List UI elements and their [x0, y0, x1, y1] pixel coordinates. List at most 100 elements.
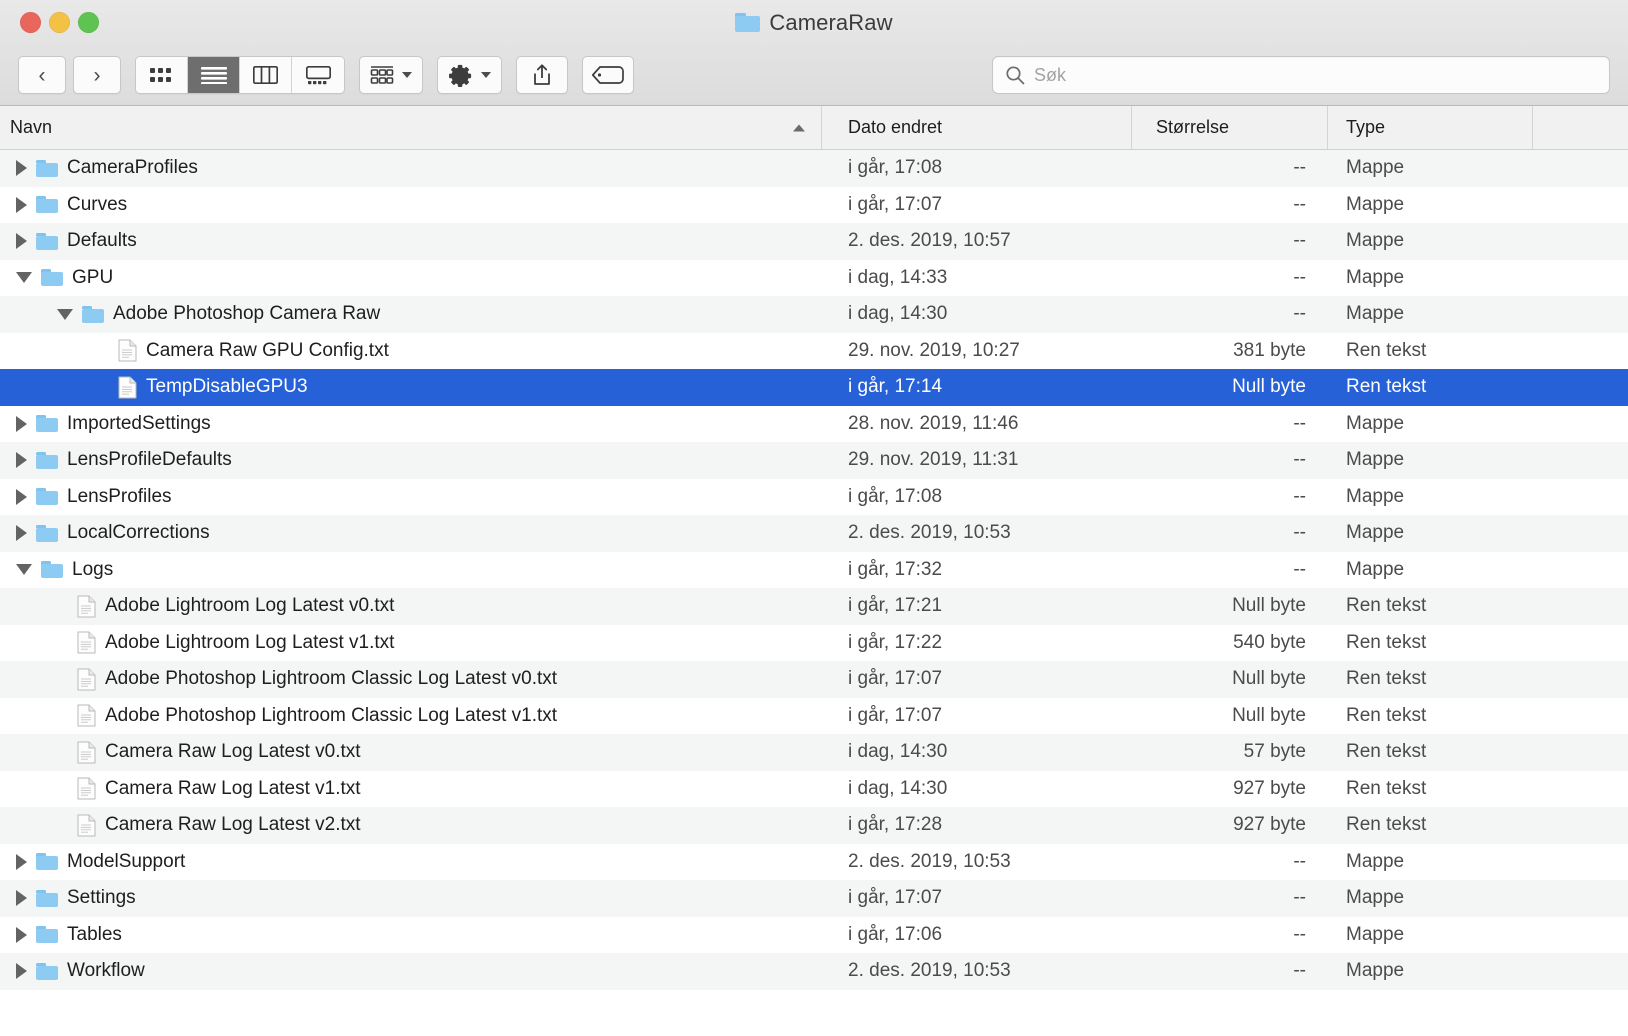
- file-name-label: Adobe Lightroom Log Latest v1.txt: [105, 632, 394, 654]
- cell-size: --: [1132, 230, 1328, 252]
- file-list[interactable]: CameraProfilesi går, 17:08--MappeCurvesi…: [0, 150, 1628, 1036]
- table-row[interactable]: ImportedSettings28. nov. 2019, 11:46--Ma…: [0, 406, 1628, 443]
- cell-name: Camera Raw Log Latest v1.txt: [0, 777, 822, 800]
- cell-size: --: [1132, 194, 1328, 216]
- list-view-button[interactable]: [188, 57, 240, 93]
- gallery-view-button[interactable]: [292, 57, 344, 93]
- column-header-name[interactable]: Navn: [0, 106, 822, 149]
- table-row[interactable]: Curvesi går, 17:07--Mappe: [0, 187, 1628, 224]
- column-header-type[interactable]: Type: [1328, 106, 1533, 149]
- table-row[interactable]: Adobe Photoshop Lightroom Classic Log La…: [0, 698, 1628, 735]
- table-row[interactable]: Camera Raw Log Latest v1.txti dag, 14:30…: [0, 771, 1628, 808]
- icon-view-button[interactable]: [136, 57, 188, 93]
- folder-icon: [36, 452, 58, 469]
- chevron-down-icon: [481, 72, 491, 78]
- gear-icon: [448, 63, 473, 88]
- chevron-down-icon: [402, 72, 412, 78]
- table-row[interactable]: LensProfilesi går, 17:08--Mappe: [0, 479, 1628, 516]
- table-row[interactable]: Adobe Lightroom Log Latest v1.txt i går, …: [0, 625, 1628, 662]
- action-menu-button[interactable]: [437, 56, 502, 94]
- file-name-label: LensProfileDefaults: [67, 449, 232, 471]
- table-row[interactable]: Adobe Photoshop Lightroom Classic Log La…: [0, 661, 1628, 698]
- table-row[interactable]: ModelSupport2. des. 2019, 10:53--Mappe: [0, 844, 1628, 881]
- table-row[interactable]: Logsi går, 17:32--Mappe: [0, 552, 1628, 589]
- disclosure-triangle-collapsed-icon[interactable]: [16, 416, 27, 432]
- text-document-icon: [77, 741, 96, 764]
- close-button[interactable]: [20, 12, 41, 33]
- share-button[interactable]: [516, 56, 568, 94]
- cell-name: Camera Raw GPU Config.txt: [0, 339, 822, 362]
- disclosure-triangle-collapsed-icon[interactable]: [16, 452, 27, 468]
- forward-button[interactable]: ›: [73, 56, 121, 94]
- folder-icon: [36, 963, 58, 980]
- table-row[interactable]: GPUi dag, 14:33--Mappe: [0, 260, 1628, 297]
- table-row[interactable]: Adobe Photoshop Camera Rawi dag, 14:30--…: [0, 296, 1628, 333]
- traffic-lights: [0, 12, 99, 33]
- search-placeholder: Søk: [1034, 65, 1066, 86]
- text-document-icon: [77, 668, 96, 691]
- table-row[interactable]: Workflow2. des. 2019, 10:53--Mappe: [0, 953, 1628, 990]
- cell-date-modified: i går, 17:22: [822, 632, 1132, 654]
- text-document-icon: [118, 339, 137, 362]
- window-title: CameraRaw: [769, 10, 892, 36]
- gallery-icon: [306, 66, 331, 85]
- cell-name: TempDisableGPU3: [0, 376, 822, 399]
- folder-icon: [735, 13, 760, 32]
- table-row[interactable]: Adobe Lightroom Log Latest v0.txti går, …: [0, 588, 1628, 625]
- table-row[interactable]: CameraProfilesi går, 17:08--Mappe: [0, 150, 1628, 187]
- cell-date-modified: i dag, 14:33: [822, 267, 1132, 289]
- table-row[interactable]: Camera Raw GPU Config.txt29. nov. 2019, …: [0, 333, 1628, 370]
- table-row[interactable]: Camera Raw Log Latest v2.txti går, 17:28…: [0, 807, 1628, 844]
- folder-icon: [36, 415, 58, 432]
- maximize-button[interactable]: [78, 12, 99, 33]
- column-header-name-label: Navn: [10, 117, 52, 138]
- minimize-button[interactable]: [49, 12, 70, 33]
- file-name-label: GPU: [72, 267, 113, 289]
- cell-date-modified: 2. des. 2019, 10:53: [822, 851, 1132, 873]
- disclosure-triangle-collapsed-icon[interactable]: [16, 890, 27, 906]
- column-header-size[interactable]: Størrelse: [1132, 106, 1328, 149]
- table-row[interactable]: Tablesi går, 17:06--Mappe: [0, 917, 1628, 954]
- folder-icon: [36, 525, 58, 542]
- cell-type: Mappe: [1328, 887, 1533, 909]
- disclosure-triangle-collapsed-icon[interactable]: [16, 233, 27, 249]
- tags-button[interactable]: [582, 56, 634, 94]
- column-view-button[interactable]: [240, 57, 292, 93]
- table-row[interactable]: LensProfileDefaults29. nov. 2019, 11:31-…: [0, 442, 1628, 479]
- disclosure-triangle-expanded-icon[interactable]: [57, 309, 73, 320]
- folder-icon: [36, 196, 58, 213]
- navigation-buttons: ‹ ›: [18, 56, 121, 94]
- disclosure-triangle-expanded-icon[interactable]: [16, 564, 32, 575]
- text-document-icon: [77, 704, 96, 727]
- table-row[interactable]: Settingsi går, 17:07--Mappe: [0, 880, 1628, 917]
- cell-type: Mappe: [1328, 522, 1533, 544]
- cell-type: Mappe: [1328, 267, 1533, 289]
- toolbar: ‹ ›: [0, 45, 1628, 106]
- file-name-label: TempDisableGPU3: [146, 376, 308, 398]
- disclosure-triangle-collapsed-icon[interactable]: [16, 927, 27, 943]
- disclosure-triangle-collapsed-icon[interactable]: [16, 489, 27, 505]
- disclosure-triangle-expanded-icon[interactable]: [16, 272, 32, 283]
- disclosure-triangle-collapsed-icon[interactable]: [16, 197, 27, 213]
- back-button[interactable]: ‹: [18, 56, 66, 94]
- table-row[interactable]: LocalCorrections2. des. 2019, 10:53--Map…: [0, 515, 1628, 552]
- disclosure-triangle-collapsed-icon[interactable]: [16, 160, 27, 176]
- cell-name: GPU: [0, 267, 822, 289]
- group-by-button[interactable]: [359, 56, 423, 94]
- column-header-date[interactable]: Dato endret: [822, 106, 1132, 149]
- disclosure-triangle-collapsed-icon[interactable]: [16, 963, 27, 979]
- cell-type: Mappe: [1328, 851, 1533, 873]
- disclosure-triangle-collapsed-icon[interactable]: [16, 525, 27, 541]
- table-row[interactable]: TempDisableGPU3i går, 17:14Null byteRen …: [0, 369, 1628, 406]
- disclosure-triangle-collapsed-icon[interactable]: [16, 854, 27, 870]
- cell-type: Mappe: [1328, 230, 1533, 252]
- table-row[interactable]: Camera Raw Log Latest v0.txti dag, 14:30…: [0, 734, 1628, 771]
- disclosure-spacer: [57, 825, 68, 826]
- table-row[interactable]: Defaults2. des. 2019, 10:57--Mappe: [0, 223, 1628, 260]
- cell-size: --: [1132, 924, 1328, 946]
- search-field[interactable]: Søk: [992, 56, 1610, 94]
- search-icon: [1005, 65, 1025, 85]
- file-name-label: Camera Raw GPU Config.txt: [146, 340, 389, 362]
- cell-name: Settings: [0, 887, 822, 909]
- sort-ascending-icon: [793, 124, 805, 131]
